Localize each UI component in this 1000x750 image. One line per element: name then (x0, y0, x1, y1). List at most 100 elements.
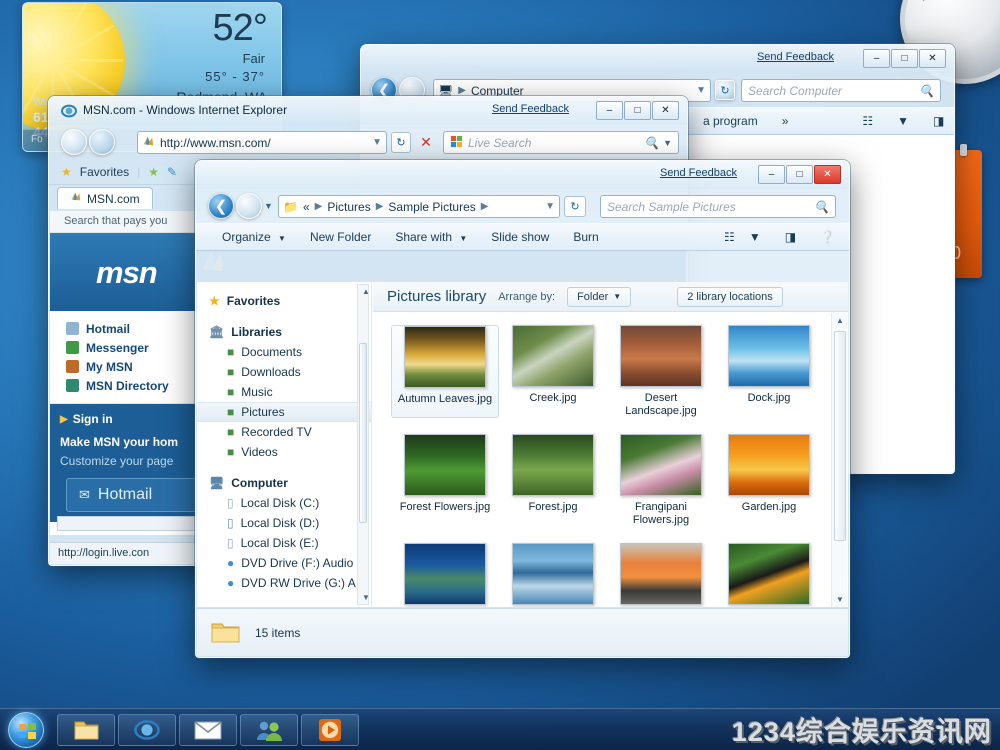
nav-item-local-disk-c[interactable]: ▯ Local Disk (C:) (197, 493, 371, 513)
taskbar-mail-button[interactable] (179, 714, 237, 746)
nav-favorites[interactable]: ★ Favorites (197, 290, 371, 311)
forward-button[interactable] (236, 193, 262, 219)
forward-button[interactable] (89, 129, 115, 155)
scroll-up-icon[interactable]: ▲ (362, 287, 370, 296)
favorites-label[interactable]: Favorites (80, 165, 129, 179)
back-button[interactable] (61, 129, 87, 155)
nav-computer[interactable]: 🖥 Computer (197, 472, 371, 493)
nav-item-documents[interactable]: ■ Documents (197, 342, 371, 362)
file-item[interactable]: Autumn Leaves.jpg (391, 325, 499, 418)
help-icon[interactable]: ❔ (808, 226, 849, 248)
nav-item-downloads[interactable]: ■ Downloads (197, 362, 371, 382)
explorer-titlebar[interactable]: Send Feedback – □ ✕ (196, 161, 849, 189)
scroll-down-icon[interactable]: ▼ (836, 595, 844, 604)
taskbar[interactable]: 1234综合娱乐资讯网 (0, 708, 1000, 750)
nav-item-local-disk-d[interactable]: ▯ Local Disk (D:) (197, 513, 371, 533)
grid-scrollbar[interactable]: ▲ ▼ (831, 313, 847, 607)
start-button[interactable] (8, 712, 44, 748)
search-computer-input[interactable]: Search Computer 🔍 (741, 79, 941, 102)
chevron-down-icon[interactable]: ▼ (663, 138, 672, 148)
file-item[interactable]: Frangipani Flowers.jpg (607, 434, 715, 527)
scroll-up-icon[interactable]: ▲ (836, 316, 844, 325)
tab-msn[interactable]: MSN.com (57, 187, 153, 209)
explorer-address-bar[interactable]: 📁 « ▶ Pictures ▶ Sample Pictures ▶ ▼ (278, 195, 560, 218)
nav-item-dvd-drive-f[interactable]: ● DVD Drive (F:) Audio (197, 553, 371, 573)
taskbar-messenger-button[interactable] (240, 714, 298, 746)
chevron-down-icon[interactable]: ▼ (696, 85, 706, 96)
refresh-button[interactable]: ↻ (391, 132, 411, 153)
maximize-button[interactable]: □ (891, 49, 918, 68)
ie-address-bar[interactable]: http://www.msn.com/ ▼ (137, 131, 387, 154)
nav-item-local-disk-e[interactable]: ▯ Local Disk (E:) (197, 533, 371, 553)
breadcrumb-pictures[interactable]: Pictures (327, 200, 370, 214)
nav-item-dvd-rw-drive-g[interactable]: ● DVD RW Drive (G:) A (197, 573, 371, 593)
file-item[interactable]: Toco Toucan.jpg (715, 543, 823, 607)
minimize-button[interactable]: – (863, 49, 890, 68)
grid-scroll-thumb[interactable] (834, 331, 846, 541)
chevron-down-icon[interactable]: ▼ (885, 110, 921, 132)
file-item[interactable]: Desert Landscape.jpg (607, 325, 715, 418)
close-button[interactable]: ✕ (814, 165, 841, 184)
navigation-pane[interactable]: ★ Favorites 🏛 Libraries ■ Documents ■ Do… (197, 282, 372, 607)
chevron-down-icon[interactable]: ▼ (545, 201, 555, 212)
breadcrumb-root[interactable]: « (303, 200, 310, 214)
refresh-button[interactable]: ↻ (715, 80, 735, 100)
recent-pages-icon[interactable]: ▼ (264, 201, 273, 211)
preview-pane-icon[interactable]: ◨ (921, 110, 954, 132)
chevron-down-icon[interactable]: ▼ (747, 226, 773, 248)
taskbar-media-player-button[interactable] (301, 714, 359, 746)
new-folder-button[interactable]: New Folder (298, 226, 383, 248)
share-with-button[interactable]: Share with ▼ (383, 226, 479, 248)
stop-button[interactable]: ✕ (415, 132, 437, 153)
file-item[interactable]: Humpback (499, 543, 607, 607)
chevron-down-icon[interactable]: ▼ (372, 137, 382, 148)
breadcrumb-sample-pictures[interactable]: Sample Pictures (388, 200, 475, 214)
nav-scroll-thumb[interactable] (359, 343, 367, 523)
back-button[interactable]: ❮ (208, 193, 234, 219)
file-item[interactable]: Dock.jpg (715, 325, 823, 418)
taskbar-explorer-button[interactable] (57, 714, 115, 746)
organize-button[interactable]: Organize ▼ (210, 226, 298, 248)
nav-item-pictures[interactable]: ■ Pictures (197, 402, 371, 422)
file-item[interactable]: Green Sea (391, 543, 499, 607)
nav-network[interactable]: 🌐 Network (197, 603, 371, 608)
nav-scrollbar[interactable]: ▲ ▼ (357, 284, 370, 605)
preview-pane-icon[interactable]: ◨ (773, 226, 808, 248)
explorer-window[interactable]: Send Feedback – □ ✕ ❮ ▼ 📁 « ▶ Pictures ▶… (195, 160, 850, 658)
arrange-by-dropdown[interactable]: Folder ▼ (567, 286, 632, 307)
maximize-button[interactable]: □ (786, 165, 813, 184)
view-icon[interactable]: ☷ (712, 226, 747, 248)
send-feedback-link[interactable]: Send Feedback (757, 51, 834, 63)
refresh-button[interactable]: ↻ (564, 196, 586, 217)
search-sample-pictures-input[interactable]: Search Sample Pictures 🔍 (600, 195, 836, 218)
scroll-down-icon[interactable]: ▼ (362, 593, 370, 602)
nav-item-recorded-tv[interactable]: ■ Recorded TV (197, 422, 371, 442)
file-item[interactable]: Oryx (607, 543, 715, 607)
nav-item-music[interactable]: ■ Music (197, 382, 371, 402)
taskbar-internet-explorer-button[interactable] (118, 714, 176, 746)
ie-titlebar[interactable]: MSN.com - Windows Internet Explorer Send… (49, 97, 687, 125)
slide-show-button[interactable]: Slide show (479, 226, 561, 248)
computer-titlebar[interactable]: Send Feedback – □ ✕ (361, 45, 954, 73)
close-button[interactable]: ✕ (652, 101, 679, 120)
file-item[interactable]: Creek.jpg (499, 325, 607, 418)
close-button[interactable]: ✕ (919, 49, 946, 68)
feeds-icon[interactable]: ✎ (167, 165, 177, 179)
add-favorite-icon[interactable]: ★ (148, 165, 159, 179)
minimize-button[interactable]: – (596, 101, 623, 120)
nav-libraries[interactable]: 🏛 Libraries (197, 321, 371, 342)
library-locations-button[interactable]: 2 library locations (677, 286, 783, 307)
file-item[interactable]: Forest Flowers.jpg (391, 434, 499, 527)
burn-button[interactable]: Burn (561, 226, 610, 248)
file-item[interactable]: Forest.jpg (499, 434, 607, 527)
minimize-button[interactable]: – (758, 165, 785, 184)
file-item[interactable]: Garden.jpg (715, 434, 823, 527)
nav-item-videos[interactable]: ■ Videos (197, 442, 371, 462)
send-feedback-link[interactable]: Send Feedback (492, 103, 569, 115)
toolbar-program-item[interactable]: a program (691, 110, 770, 132)
maximize-button[interactable]: □ (624, 101, 651, 120)
toolbar-overflow[interactable]: » (770, 110, 801, 132)
live-search-input[interactable]: Live Search 🔍 ▼ (443, 131, 679, 154)
send-feedback-link[interactable]: Send Feedback (660, 167, 737, 179)
view-icon[interactable]: ☷ (850, 110, 885, 132)
